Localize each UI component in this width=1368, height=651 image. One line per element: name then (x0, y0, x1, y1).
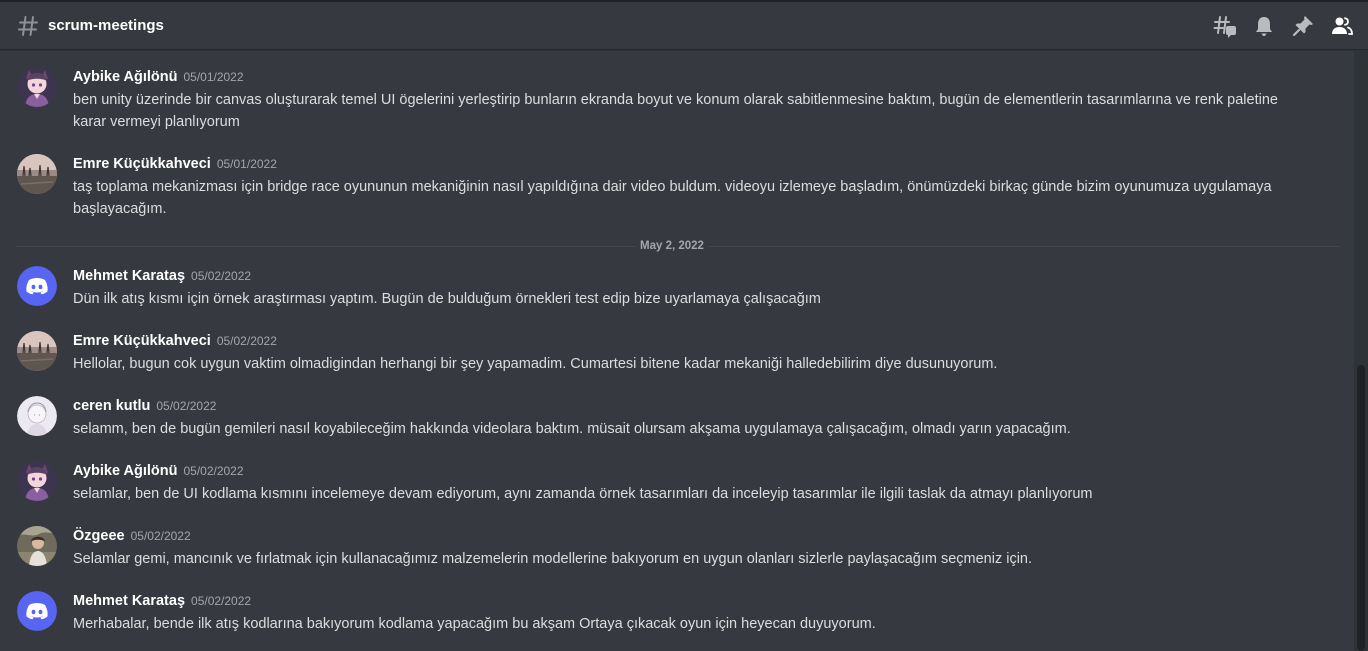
author-name[interactable]: Özgeee (73, 528, 125, 544)
timestamp: 05/01/2022 (216, 157, 277, 171)
author-name[interactable]: Emre Küçükkahveci (73, 333, 211, 349)
timestamp: 05/02/2022 (191, 269, 252, 283)
discord-channel-view: scrum-meetings Aybike Ağılönü 05/01/2022… (0, 0, 1368, 651)
timestamp: 05/02/2022 (191, 594, 252, 608)
header-toolbar (1213, 14, 1354, 38)
message-header: Aybike Ağılönü 05/02/2022 (73, 461, 244, 481)
scrollbar-track[interactable] (1354, 50, 1368, 651)
message-header: Mehmet Karataş 05/02/2022 (73, 591, 251, 611)
message-text: selamlar, ben de UI kodlama kısmını ince… (73, 486, 1093, 502)
message-text: taş toplama mekanizması için bridge race… (73, 179, 1272, 217)
avatar[interactable] (17, 396, 57, 436)
timestamp: 05/02/2022 (216, 334, 277, 348)
avatar[interactable] (17, 461, 57, 501)
pin-icon[interactable] (1291, 14, 1315, 38)
message-text: Hellolar, bugun cok uygun vaktim olmadig… (73, 356, 998, 372)
avatar[interactable] (17, 591, 57, 631)
author-name[interactable]: Mehmet Karataş (73, 268, 185, 284)
message-text: Merhabalar, bende ilk atış kodlarına bak… (73, 616, 876, 632)
avatar[interactable] (17, 526, 57, 566)
message-text: Dün ilk atış kısmı için örnek araştırmas… (73, 291, 821, 307)
message-header: Özgeee 05/02/2022 (73, 526, 191, 546)
message-header: Emre Küçükkahveci 05/02/2022 (73, 331, 277, 351)
timestamp: 05/01/2022 (183, 70, 244, 84)
avatar[interactable] (17, 331, 57, 371)
message-header: Mehmet Karataş 05/02/2022 (73, 266, 251, 286)
message-text: selamm, ben de bugün gemileri nasıl koya… (73, 421, 1071, 437)
author-name[interactable]: Aybike Ağılönü (73, 69, 177, 85)
timestamp: 05/02/2022 (183, 464, 244, 478)
author-name[interactable]: Aybike Ağılönü (73, 463, 177, 479)
channel-name: scrum-meetings (48, 17, 164, 34)
avatar[interactable] (17, 266, 57, 306)
message-text: ben unity üzerinde bir canvas oluşturara… (73, 92, 1278, 130)
author-name[interactable]: Emre Küçükkahveci (73, 156, 211, 172)
message-header: Emre Küçükkahveci 05/01/2022 (73, 154, 277, 174)
timestamp: 05/02/2022 (156, 399, 217, 413)
scrollbar-thumb[interactable] (1357, 365, 1365, 651)
author-name[interactable]: ceren kutlu (73, 398, 150, 414)
bell-icon[interactable] (1252, 14, 1276, 38)
date-divider-label: May 2, 2022 (636, 239, 708, 253)
members-icon[interactable] (1330, 14, 1354, 38)
message-header: Aybike Ağılönü 05/01/2022 (73, 67, 244, 87)
channel-header: scrum-meetings (0, 0, 1368, 50)
avatar[interactable] (17, 67, 57, 107)
avatar[interactable] (17, 154, 57, 194)
author-name[interactable]: Mehmet Karataş (73, 593, 185, 609)
hashtag-icon (16, 14, 40, 38)
message-text: Selamlar gemi, mancınık ve fırlatmak içi… (73, 551, 1033, 567)
threads-icon[interactable] (1213, 14, 1237, 38)
message-header: ceren kutlu 05/02/2022 (73, 396, 216, 416)
timestamp: 05/02/2022 (130, 529, 191, 543)
message-list: Aybike Ağılönü 05/01/2022 ben unity üzeri… (0, 50, 1354, 651)
